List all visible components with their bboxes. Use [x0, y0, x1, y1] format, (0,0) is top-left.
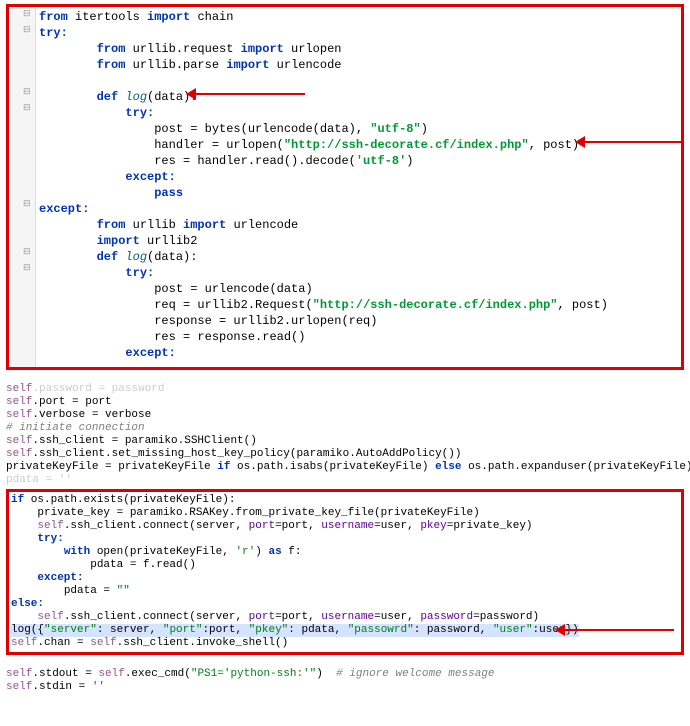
fold-icon[interactable]: ⊟ — [23, 87, 31, 97]
arrow-annotation — [564, 629, 674, 631]
bottom-code-block: self.password = password self.port = por… — [0, 370, 690, 726]
fold-icon[interactable]: ⊟ — [23, 263, 31, 273]
fold-icon[interactable]: ⊟ — [23, 247, 31, 257]
gutter: ⊟ ⊟ ⊟ ⊟ ⊟ ⊟ ⊟ — [9, 7, 36, 367]
fold-icon[interactable]: ⊟ — [23, 103, 31, 113]
code-text: from itertools import chain try: from ur… — [9, 7, 681, 361]
fold-icon[interactable]: ⊟ — [23, 9, 31, 19]
arrow-annotation — [584, 141, 684, 143]
top-code-block: ⊟ ⊟ ⊟ ⊟ ⊟ ⊟ ⊟ from itertools import chai… — [6, 4, 684, 370]
arrow-annotation — [195, 93, 305, 95]
fold-icon[interactable]: ⊟ — [23, 25, 31, 35]
fold-icon[interactable]: ⊟ — [23, 199, 31, 209]
